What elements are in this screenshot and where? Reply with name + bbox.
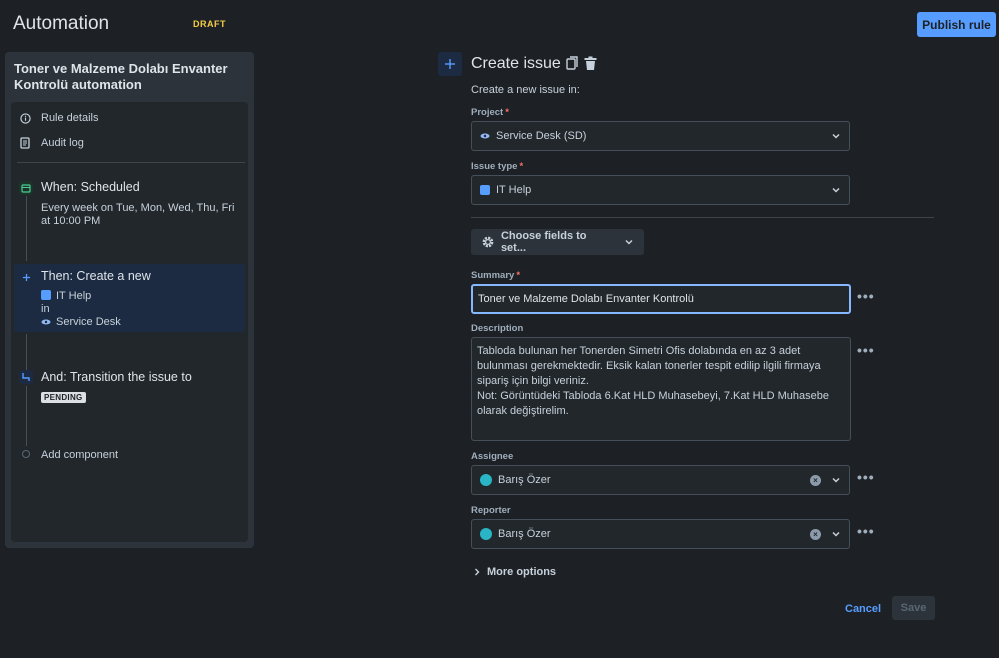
timeline-connector: [26, 334, 27, 372]
assignee-select[interactable]: Barış Özer ×: [471, 465, 850, 495]
gear-icon: [482, 236, 494, 248]
divider: [471, 217, 934, 218]
info-icon: [19, 112, 31, 124]
project-value: Service Desk (SD): [496, 130, 587, 142]
more-options-toggle[interactable]: More options: [473, 566, 556, 578]
issue-type-label-text: Issue type: [471, 161, 518, 172]
service-desk-icon: [480, 133, 490, 139]
description-line: Not: Görüntüdeki Tabloda 6.Kat HLD Muhas…: [477, 390, 829, 402]
description-textarea[interactable]: Tabloda bulunan her Tonerden Simetri Ofi…: [471, 337, 851, 441]
divider: [17, 162, 245, 163]
trash-icon[interactable]: [584, 56, 598, 72]
clear-icon[interactable]: ×: [810, 474, 821, 486]
chevron-down-icon: [832, 477, 840, 483]
clear-icon[interactable]: ×: [810, 528, 821, 540]
trigger-title: When: Scheduled: [41, 180, 140, 194]
chevron-down-icon: [832, 133, 840, 139]
document-icon: [19, 137, 31, 149]
assignee-value: Barış Özer: [498, 474, 551, 486]
it-help-icon: [480, 185, 490, 195]
draft-badge: DRAFT: [193, 19, 226, 29]
reporter-label: Reporter: [471, 505, 511, 516]
transition-title: And: Transition the issue to: [41, 370, 192, 384]
avatar: [480, 474, 492, 486]
rule-details-label: Rule details: [41, 112, 99, 124]
issue-type-label: Issue type *: [471, 161, 524, 172]
timeline-connector: [26, 386, 27, 446]
publish-rule-button[interactable]: Publish rule: [917, 12, 996, 37]
chevron-down-icon: [625, 239, 633, 245]
form-subtitle: Create a new issue in:: [471, 84, 580, 96]
audit-log-link[interactable]: Audit log: [19, 133, 84, 153]
assignee-more-icon[interactable]: •••: [857, 469, 875, 485]
avatar: [480, 528, 492, 540]
action-title: Then: Create a new: [41, 269, 151, 283]
plus-icon: [445, 59, 455, 69]
rule-name: Toner ve Malzeme Dolabı Envanter Kontrol…: [14, 61, 228, 92]
copy-icon[interactable]: [566, 56, 580, 72]
audit-log-label: Audit log: [41, 137, 84, 149]
choose-fields-label: Choose fields to set...: [500, 230, 587, 254]
action-project: Service Desk: [41, 316, 121, 329]
circle-icon: [22, 450, 30, 458]
reporter-more-icon[interactable]: •••: [857, 523, 875, 539]
project-label: Project *: [471, 107, 509, 118]
description-line: olarak değiştirelim.: [477, 405, 569, 417]
app-title: Automation: [13, 13, 110, 34]
summary-label-text: Summary: [471, 270, 515, 281]
save-button[interactable]: Save: [892, 596, 935, 620]
description-more-icon[interactable]: •••: [857, 342, 875, 358]
service-desk-icon: [41, 317, 51, 327]
action-issue-type: IT Help: [41, 290, 91, 303]
add-action-button[interactable]: [438, 52, 462, 76]
more-options-label: More options: [487, 566, 557, 578]
summary-label: Summary *: [471, 270, 521, 281]
transition-icon: [19, 370, 33, 384]
choose-fields-button[interactable]: Choose fields to set...: [471, 229, 644, 255]
cancel-button[interactable]: Cancel: [840, 598, 886, 620]
timeline-connector: [26, 196, 27, 261]
issue-type-select[interactable]: IT Help: [471, 175, 850, 205]
rule-sidebar: Toner ve Malzeme Dolabı Envanter Kontrol…: [5, 52, 254, 548]
form-title: Create issue: [471, 55, 561, 72]
chevron-down-icon: [832, 187, 840, 193]
description-line: bulunması gerekmektedir. Eksik kalan ton…: [477, 360, 821, 372]
plus-icon: [19, 270, 33, 284]
rule-details-link[interactable]: Rule details: [19, 108, 98, 128]
summary-more-icon[interactable]: •••: [857, 288, 875, 304]
action-connector: in: [41, 303, 50, 315]
rule-components-panel: Rule details Audit log When: Scheduled E…: [11, 102, 248, 542]
reporter-select[interactable]: Barış Özer ×: [471, 519, 850, 549]
it-help-icon: [41, 290, 51, 300]
reporter-value: Barış Özer: [498, 528, 551, 540]
issue-type-value: IT Help: [496, 184, 532, 196]
trigger-description: Every week on Tue, Mon, Wed, Thu, Fri at…: [41, 202, 235, 227]
assignee-label: Assignee: [471, 451, 514, 462]
summary-input[interactable]: Toner ve Malzeme Dolabı Envanter Kontrol…: [471, 284, 851, 314]
pending-status-badge: PENDING: [41, 392, 86, 403]
description-line: Tabloda bulunan her Tonerden Simetri Ofi…: [477, 345, 801, 357]
description-label: Description: [471, 323, 524, 334]
chevron-right-icon: [475, 568, 480, 576]
calendar-icon: [19, 181, 33, 195]
add-component-label: Add component: [41, 449, 119, 461]
action-issue-type-label: IT Help: [56, 290, 92, 302]
chevron-down-icon: [832, 531, 840, 537]
project-select[interactable]: Service Desk (SD): [471, 121, 850, 151]
description-line: sipariş için bilgi veriniz.: [477, 375, 589, 387]
action-project-label: Service Desk: [56, 316, 121, 328]
project-label-text: Project: [471, 107, 504, 118]
